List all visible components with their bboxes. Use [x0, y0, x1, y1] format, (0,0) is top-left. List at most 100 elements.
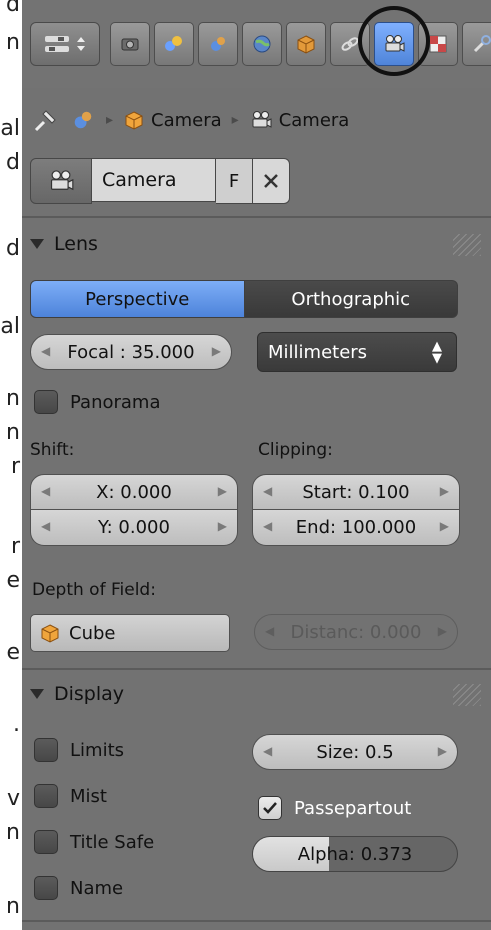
tab-scene[interactable] — [198, 22, 238, 66]
fake-user-button[interactable]: F — [216, 158, 253, 204]
title-safe-checkbox[interactable]: Title Safe — [34, 830, 154, 854]
lens-panel-header[interactable]: Lens — [30, 224, 98, 264]
checkbox-box[interactable] — [258, 796, 282, 820]
properties-panel: ▸ Camera ▸ Camera Camera F Lens Perspect… — [22, 0, 491, 930]
object-cube-icon — [41, 624, 59, 643]
perspective-button[interactable]: Perspective — [30, 280, 245, 318]
increment-arrow-icon[interactable]: ▶ — [440, 484, 449, 498]
increment-arrow-icon[interactable]: ▶ — [212, 344, 221, 358]
breadcrumb-object-label: Camera — [151, 109, 222, 131]
passepartout-alpha-value: Alpha: 0.373 — [297, 843, 413, 865]
up-down-arrows-icon — [77, 37, 85, 51]
camera-render-icon — [121, 38, 139, 51]
pin-icon[interactable] — [32, 106, 60, 134]
panel-drag-grip[interactable] — [453, 234, 481, 256]
collapse-triangle-icon — [30, 689, 44, 699]
increment-arrow-icon: ▶ — [437, 624, 447, 638]
breadcrumb-data: Camera — [249, 109, 350, 131]
camera-data-icon — [252, 111, 272, 128]
text-fragment: . — [13, 712, 20, 737]
checkbox-box[interactable] — [34, 830, 58, 854]
up-down-arrows-icon: ▲ ▼ — [432, 339, 442, 366]
limits-checkbox[interactable]: Limits — [34, 738, 124, 762]
decrement-arrow-icon: ◀ — [265, 624, 275, 638]
shift-x-value: X: 0.000 — [96, 481, 172, 503]
material-checker-icon — [429, 35, 447, 53]
annotation-circle — [358, 6, 430, 76]
panorama-checkbox[interactable]: Panorama — [34, 390, 161, 414]
checkbox-box[interactable] — [34, 738, 58, 762]
decrement-arrow-icon[interactable]: ◀ — [41, 484, 50, 498]
checkmark-icon — [263, 802, 277, 814]
passepartout-checkbox[interactable]: Passepartout — [258, 796, 411, 820]
unlink-button[interactable] — [253, 158, 290, 204]
datablock-name-field[interactable]: Camera — [92, 158, 216, 202]
checkbox-box[interactable] — [34, 876, 58, 900]
section-divider — [22, 216, 491, 218]
increment-arrow-icon[interactable]: ▶ — [440, 519, 449, 533]
increment-arrow-icon[interactable]: ▶ — [218, 484, 227, 498]
breadcrumb-separator: ▸ — [231, 112, 239, 128]
dof-object-field[interactable]: Cube — [30, 614, 230, 652]
dof-distance-value: Distanc: 0.000 — [290, 621, 422, 643]
breadcrumb: ▸ Camera ▸ Camera — [32, 96, 349, 144]
text-fragment: v — [6, 786, 20, 811]
mist-label: Mist — [70, 785, 107, 807]
text-fragment: n — [6, 420, 20, 445]
shift-y-field[interactable]: ◀ Y: 0.000 ▶ — [30, 510, 238, 546]
shift-fields: ◀ X: 0.000 ▶ ◀ Y: 0.000 ▶ — [30, 474, 238, 546]
tab-render-layers[interactable] — [154, 22, 194, 66]
focal-length-field[interactable]: ◀ Focal : 35.000 ▶ — [30, 334, 232, 370]
breadcrumb-separator: ▸ — [106, 112, 114, 128]
panorama-label: Panorama — [70, 391, 161, 413]
tab-modifiers[interactable] — [462, 22, 491, 66]
passepartout-alpha-slider[interactable]: Alpha: 0.373 — [252, 836, 458, 872]
tab-render[interactable] — [110, 22, 150, 66]
camera-datablock-selector: Camera F — [30, 158, 320, 204]
datablock-browse-button[interactable] — [30, 158, 92, 204]
modifier-wrench-icon — [473, 35, 491, 53]
panel-drag-grip[interactable] — [453, 684, 481, 706]
collapse-triangle-icon — [30, 239, 44, 249]
orthographic-button[interactable]: Orthographic — [244, 280, 458, 318]
increment-arrow-icon[interactable]: ▶ — [218, 519, 227, 533]
clip-start-field[interactable]: ◀ Start: 0.100 ▶ — [252, 474, 460, 510]
clipping-label: Clipping: — [258, 440, 333, 460]
render-layers-icon — [165, 36, 182, 51]
decrement-arrow-icon[interactable]: ◀ — [263, 744, 272, 758]
shift-label: Shift: — [30, 440, 75, 460]
title-safe-label: Title Safe — [70, 831, 155, 853]
name-checkbox[interactable]: Name — [34, 876, 123, 900]
shift-x-field[interactable]: ◀ X: 0.000 ▶ — [30, 474, 238, 510]
decrement-arrow-icon[interactable]: ◀ — [41, 344, 50, 358]
text-fragment: al — [0, 116, 20, 141]
display-panel-header[interactable]: Display — [30, 674, 124, 714]
text-fragment: r — [10, 534, 20, 559]
display-size-field[interactable]: ◀ Size: 0.5 ▶ — [252, 734, 458, 770]
mist-checkbox[interactable]: Mist — [34, 784, 107, 808]
text-fragment: e — [6, 640, 20, 665]
object-cube-icon — [297, 35, 315, 54]
clip-end-field[interactable]: ◀ End: 100.000 ▶ — [252, 510, 460, 546]
breadcrumb-object: Camera — [123, 109, 222, 131]
text-fragment: n — [6, 386, 20, 411]
text-fragment: al — [0, 314, 20, 339]
tab-object[interactable] — [286, 22, 326, 66]
decrement-arrow-icon[interactable]: ◀ — [41, 519, 50, 533]
clip-start-value: Start: 0.100 — [302, 481, 410, 503]
breadcrumb-data-label: Camera — [278, 109, 350, 131]
increment-arrow-icon[interactable]: ▶ — [438, 744, 447, 758]
lens-unit-value: Millimeters — [268, 341, 368, 363]
decrement-arrow-icon[interactable]: ◀ — [263, 484, 272, 498]
editor-type-selector[interactable] — [30, 22, 100, 66]
tab-world[interactable] — [242, 22, 282, 66]
properties-editor-icon — [45, 36, 69, 52]
checkbox-box[interactable] — [34, 390, 58, 414]
scene-icon — [74, 111, 92, 129]
limits-label: Limits — [70, 739, 124, 761]
section-divider — [22, 668, 491, 670]
decrement-arrow-icon[interactable]: ◀ — [263, 519, 272, 533]
display-size-value: Size: 0.5 — [316, 741, 394, 763]
checkbox-box[interactable] — [34, 784, 58, 808]
lens-unit-dropdown[interactable]: Millimeters ▲ ▼ — [257, 332, 457, 372]
